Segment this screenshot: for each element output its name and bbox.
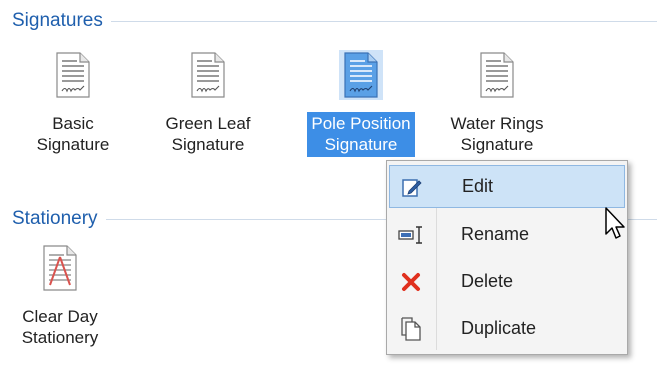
menu-item-label: Edit [462, 176, 494, 196]
signature-item-label: Basic Signature [36, 114, 110, 154]
menu-item-duplicate[interactable]: Duplicate [389, 307, 625, 350]
duplicate-icon [389, 316, 433, 341]
signature-item-basic[interactable]: Basic Signature [8, 50, 138, 157]
delete-x-icon [389, 272, 433, 292]
signature-item-label: Green Leaf Signature [165, 114, 251, 154]
signature-item-water-rings[interactable]: Water Rings Signature [432, 50, 562, 157]
menu-item-label: Rename [461, 224, 530, 244]
signatures-section-title: Signatures [12, 10, 103, 31]
stationery-section-title: Stationery [12, 208, 98, 229]
signatures-section-header: Signatures [12, 10, 657, 32]
menu-item-label: Duplicate [461, 318, 537, 338]
stationery-document-icon [43, 245, 77, 291]
section-divider [110, 20, 657, 22]
edit-pencil-icon [390, 176, 434, 198]
menu-item-edit[interactable]: Edit [389, 165, 625, 208]
context-menu: Edit Rename Delete Duplicate [386, 160, 628, 355]
stationery-item-label: Clear Day Stationery [21, 307, 99, 347]
signature-document-icon [344, 52, 378, 98]
menu-item-rename[interactable]: Rename [389, 213, 625, 256]
menu-item-label: Delete [461, 271, 514, 291]
mouse-pointer-icon [605, 207, 625, 239]
signature-document-icon [56, 52, 90, 98]
rename-icon [389, 225, 433, 245]
signature-item-green-leaf[interactable]: Green Leaf Signature [143, 50, 273, 157]
signature-document-icon [191, 52, 225, 98]
stationery-item-clear-day[interactable]: Clear Day Stationery [0, 243, 125, 350]
signature-item-pole-position[interactable]: Pole Position Signature [296, 50, 426, 157]
signature-document-icon [480, 52, 514, 98]
menu-item-delete[interactable]: Delete [389, 260, 625, 303]
signature-item-label: Pole Position Signature [307, 112, 415, 157]
signature-item-label: Water Rings Signature [450, 114, 544, 154]
